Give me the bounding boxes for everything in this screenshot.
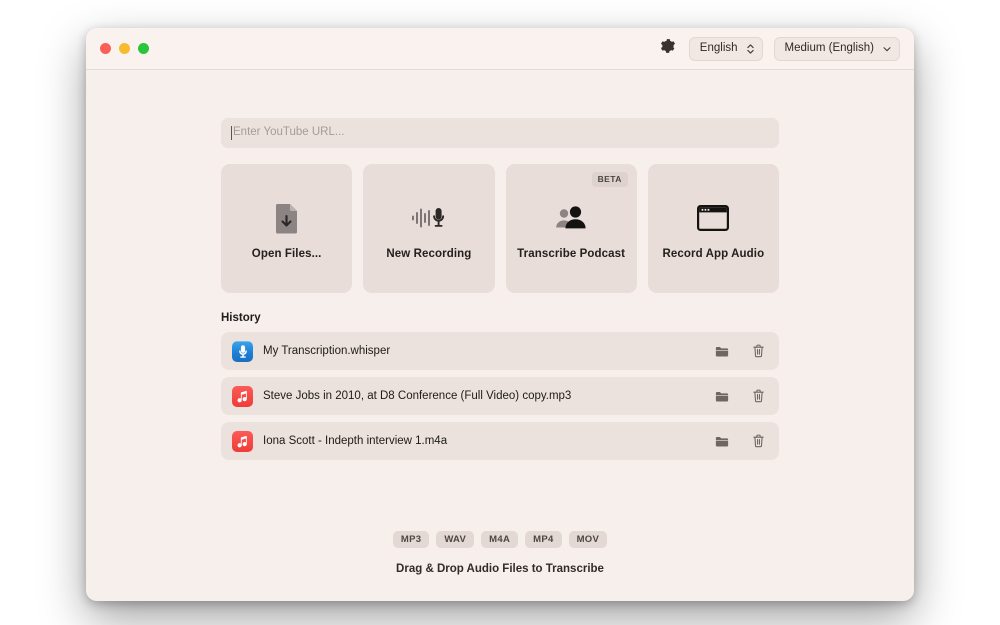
format-badge: MP4 <box>525 531 561 549</box>
format-badge: MP3 <box>393 531 429 549</box>
main-content: Enter YouTube URL... Open Files... <box>86 70 914 601</box>
model-select[interactable]: Medium (English) <box>774 37 900 61</box>
language-select[interactable]: English <box>689 37 763 61</box>
beta-badge: BETA <box>592 172 628 187</box>
reveal-in-folder-icon[interactable] <box>713 432 731 450</box>
whisper-mic-file-icon <box>232 341 253 362</box>
gear-icon <box>660 38 676 59</box>
transcribe-podcast-label: Transcribe Podcast <box>517 248 625 260</box>
record-app-audio-card[interactable]: Record App Audio <box>648 164 779 293</box>
reveal-in-folder-icon[interactable] <box>713 387 731 405</box>
trash-icon[interactable] <box>749 342 767 360</box>
history-row[interactable]: My Transcription.whisper <box>221 332 779 370</box>
history-row[interactable]: Steve Jobs in 2010, at D8 Conference (Fu… <box>221 377 779 415</box>
settings-button[interactable] <box>658 39 678 59</box>
history-item-name: Iona Scott - Indepth interview 1.m4a <box>263 435 695 447</box>
trash-icon[interactable] <box>749 432 767 450</box>
drag-drop-hint: Drag & Drop Audio Files to Transcribe <box>396 563 604 575</box>
open-files-card[interactable]: Open Files... <box>221 164 352 293</box>
supported-formats: MP3 WAV M4A MP4 MOV <box>393 531 607 549</box>
open-files-label: Open Files... <box>252 248 322 260</box>
youtube-url-placeholder: Enter YouTube URL... <box>233 127 344 139</box>
action-cards: Open Files... <box>221 164 779 293</box>
language-select-value: English <box>700 43 738 55</box>
transcribe-podcast-card[interactable]: BETA Transcribe Podcast <box>506 164 637 293</box>
titlebar-controls: English Medium (English) <box>658 37 900 61</box>
footer: MP3 WAV M4A MP4 MOV Drag & Drop Audio Fi… <box>86 531 914 576</box>
history-list: My Transcription.whisper <box>221 332 779 460</box>
music-file-icon <box>232 431 253 452</box>
model-select-value: Medium (English) <box>785 43 874 55</box>
history-row[interactable]: Iona Scott - Indepth interview 1.m4a <box>221 422 779 460</box>
history-heading: History <box>221 312 779 324</box>
history-item-name: Steve Jobs in 2010, at D8 Conference (Fu… <box>263 390 695 402</box>
text-caret <box>231 126 232 140</box>
content-column: Enter YouTube URL... Open Files... <box>221 118 779 460</box>
waveform-microphone-icon <box>411 198 447 238</box>
format-badge: M4A <box>481 531 518 549</box>
chevron-up-down-icon <box>746 42 755 56</box>
history-item-name: My Transcription.whisper <box>263 345 695 357</box>
document-download-icon <box>274 198 300 238</box>
two-people-icon <box>554 198 588 238</box>
reveal-in-folder-icon[interactable] <box>713 342 731 360</box>
app-window-icon <box>697 198 729 238</box>
music-file-icon <box>232 386 253 407</box>
titlebar: English Medium (English) <box>86 28 914 70</box>
record-app-audio-label: Record App Audio <box>663 248 765 260</box>
trash-icon[interactable] <box>749 387 767 405</box>
traffic-lights <box>100 43 149 54</box>
new-recording-card[interactable]: New Recording <box>363 164 494 293</box>
minimize-window-button[interactable] <box>119 43 130 54</box>
maximize-window-button[interactable] <box>138 43 149 54</box>
chevron-down-icon <box>882 44 892 54</box>
close-window-button[interactable] <box>100 43 111 54</box>
app-window: English Medium (English) <box>86 28 914 601</box>
new-recording-label: New Recording <box>386 248 471 260</box>
format-badge: MOV <box>569 531 608 549</box>
youtube-url-input[interactable]: Enter YouTube URL... <box>221 118 779 148</box>
format-badge: WAV <box>436 531 474 549</box>
